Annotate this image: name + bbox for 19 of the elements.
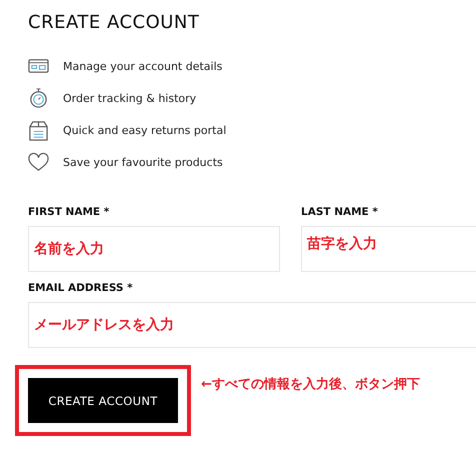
field-label: FIRST NAME *	[28, 206, 110, 218]
annotation-text: メールアドレスを入力	[34, 316, 174, 334]
benefit-text: Order tracking & history	[63, 92, 196, 104]
heart-icon	[28, 152, 49, 172]
input-field[interactable]: メールアドレスを入力	[28, 302, 476, 348]
field-label: EMAIL ADDRESS *	[28, 282, 134, 294]
input-field[interactable]: 苗字を入力	[301, 226, 476, 272]
annotation-text: 名前を入力	[34, 240, 104, 258]
annotation-text: 苗字を入力	[307, 235, 377, 253]
benefit-text: Manage your account details	[63, 60, 222, 72]
annotation-text: ←すべての情報を入力後、ボタン押下	[201, 376, 420, 393]
benefit-text: Quick and easy returns portal	[63, 124, 226, 136]
benefit-text: Save your favourite products	[63, 156, 223, 168]
create-account-button[interactable]: CREATE ACCOUNT	[28, 378, 178, 423]
stopwatch-icon	[28, 88, 49, 108]
field-label: LAST NAME *	[301, 206, 379, 218]
box-icon	[28, 120, 49, 140]
input-field[interactable]: 名前を入力	[28, 226, 280, 272]
page-title: CREATE ACCOUNT	[28, 12, 200, 33]
